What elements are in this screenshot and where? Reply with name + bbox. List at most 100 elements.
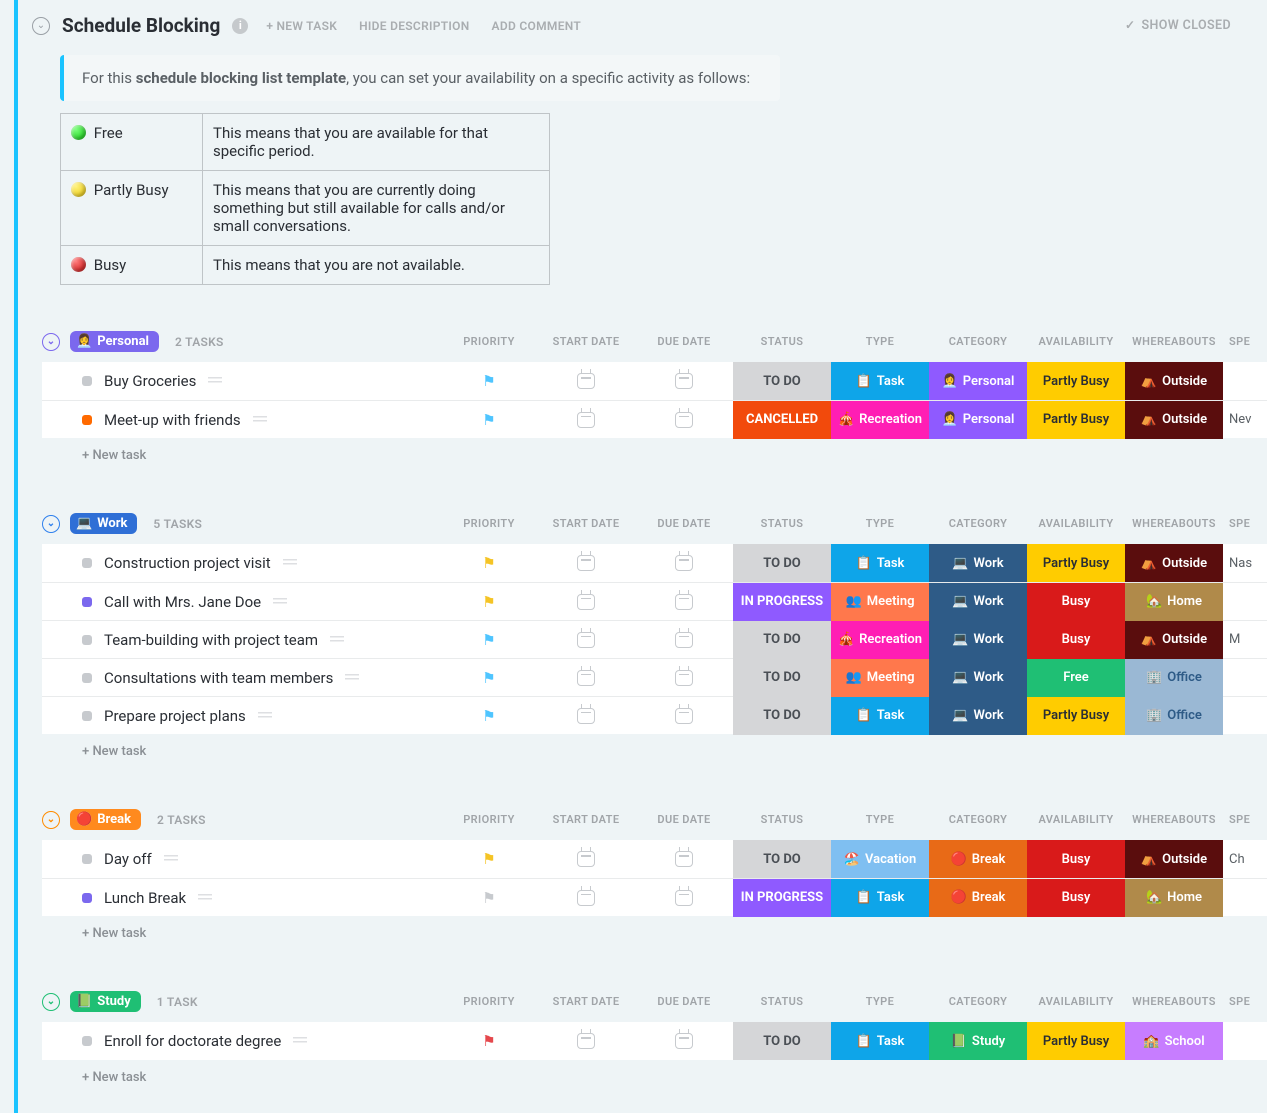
status-tag[interactable]: TO DO: [733, 544, 831, 582]
type-tag[interactable]: 👥Meeting: [831, 659, 929, 697]
task-status-square-icon[interactable]: [82, 415, 92, 425]
start-date-cell[interactable]: [537, 401, 635, 439]
category-tag[interactable]: 👩‍💼Personal: [929, 401, 1027, 439]
priority-cell[interactable]: ⚑: [441, 659, 537, 697]
priority-cell[interactable]: ⚑: [441, 840, 537, 878]
spe-cell[interactable]: Nas: [1223, 544, 1267, 582]
task-status-square-icon[interactable]: [82, 376, 92, 386]
status-tag[interactable]: TO DO: [733, 697, 831, 735]
task-status-square-icon[interactable]: [82, 558, 92, 568]
avail-tag[interactable]: Partly Busy: [1027, 1022, 1125, 1060]
avail-tag[interactable]: Partly Busy: [1027, 362, 1125, 400]
avail-tag[interactable]: Busy: [1027, 583, 1125, 621]
category-tag[interactable]: 💻Work: [929, 544, 1027, 582]
category-tag[interactable]: 📗Study: [929, 1022, 1027, 1060]
where-tag[interactable]: ⛺Outside: [1125, 621, 1223, 659]
task-name[interactable]: Day off: [104, 850, 152, 868]
task-row[interactable]: Buy Groceries ⚑ TO DO 📋Task 👩‍💼Personal …: [42, 362, 1267, 400]
category-tag[interactable]: 👩‍💼Personal: [929, 362, 1027, 400]
priority-cell[interactable]: ⚑: [441, 879, 537, 917]
start-date-cell[interactable]: [537, 697, 635, 735]
category-tag[interactable]: 🔴Break: [929, 840, 1027, 878]
type-tag[interactable]: 🎪Recreation: [831, 621, 929, 659]
priority-cell[interactable]: ⚑: [441, 621, 537, 659]
task-row[interactable]: Meet-up with friends ⚑ CANCELLED 🎪Recrea…: [42, 400, 1267, 438]
task-row[interactable]: Day off ⚑ TO DO 🏖️Vacation 🔴Break Busy ⛺…: [42, 840, 1267, 878]
status-tag[interactable]: TO DO: [733, 621, 831, 659]
type-tag[interactable]: 👥Meeting: [831, 583, 929, 621]
task-name[interactable]: Buy Groceries: [104, 372, 196, 390]
spe-cell[interactable]: [1223, 1022, 1267, 1060]
new-task-row[interactable]: + New task: [42, 438, 1267, 467]
start-date-cell[interactable]: [537, 879, 635, 917]
collapse-board-icon[interactable]: ⌄: [32, 17, 50, 35]
task-row[interactable]: Construction project visit ⚑ TO DO 📋Task…: [42, 544, 1267, 582]
group-collapse-icon[interactable]: ⌄: [42, 333, 60, 351]
group-collapse-icon[interactable]: ⌄: [42, 993, 60, 1011]
group-collapse-icon[interactable]: ⌄: [42, 811, 60, 829]
status-tag[interactable]: TO DO: [733, 840, 831, 878]
priority-cell[interactable]: ⚑: [441, 401, 537, 439]
start-date-cell[interactable]: [537, 544, 635, 582]
start-date-cell[interactable]: [537, 840, 635, 878]
group-badge[interactable]: 🔴 Break: [70, 809, 141, 830]
due-date-cell[interactable]: [635, 362, 733, 400]
start-date-cell[interactable]: [537, 659, 635, 697]
due-date-cell[interactable]: [635, 879, 733, 917]
new-task-row[interactable]: + New task: [42, 734, 1267, 763]
group-badge[interactable]: 👩‍💼 Personal: [70, 331, 159, 352]
spe-cell[interactable]: [1223, 659, 1267, 697]
avail-tag[interactable]: Partly Busy: [1027, 401, 1125, 439]
due-date-cell[interactable]: [635, 621, 733, 659]
start-date-cell[interactable]: [537, 583, 635, 621]
hide-description-button[interactable]: HIDE DESCRIPTION: [359, 19, 469, 33]
task-name[interactable]: Lunch Break: [104, 889, 186, 907]
task-status-square-icon[interactable]: [82, 673, 92, 683]
where-tag[interactable]: 🏫School: [1125, 1022, 1223, 1060]
spe-cell[interactable]: Ch: [1223, 840, 1267, 878]
task-row[interactable]: Call with Mrs. Jane Doe ⚑ IN PROGRESS 👥M…: [42, 582, 1267, 620]
category-tag[interactable]: 🔴Break: [929, 879, 1027, 917]
due-date-cell[interactable]: [635, 1022, 733, 1060]
task-status-square-icon[interactable]: [82, 854, 92, 864]
priority-cell[interactable]: ⚑: [441, 1022, 537, 1060]
avail-tag[interactable]: Partly Busy: [1027, 697, 1125, 735]
avail-tag[interactable]: Busy: [1027, 840, 1125, 878]
status-tag[interactable]: IN PROGRESS: [733, 879, 831, 917]
due-date-cell[interactable]: [635, 697, 733, 735]
task-status-square-icon[interactable]: [82, 597, 92, 607]
avail-tag[interactable]: Partly Busy: [1027, 544, 1125, 582]
status-tag[interactable]: TO DO: [733, 659, 831, 697]
avail-tag[interactable]: Busy: [1027, 621, 1125, 659]
info-icon[interactable]: i: [232, 18, 248, 34]
avail-tag[interactable]: Free: [1027, 659, 1125, 697]
due-date-cell[interactable]: [635, 840, 733, 878]
task-name[interactable]: Construction project visit: [104, 554, 271, 572]
where-tag[interactable]: ⛺Outside: [1125, 544, 1223, 582]
new-task-row[interactable]: + New task: [42, 1060, 1267, 1089]
task-status-square-icon[interactable]: [82, 635, 92, 645]
spe-cell[interactable]: [1223, 697, 1267, 735]
task-row[interactable]: Lunch Break ⚑ IN PROGRESS 📋Task 🔴Break B…: [42, 878, 1267, 916]
status-tag[interactable]: TO DO: [733, 1022, 831, 1060]
group-badge[interactable]: 💻 Work: [70, 513, 137, 534]
group-collapse-icon[interactable]: ⌄: [42, 515, 60, 533]
task-status-square-icon[interactable]: [82, 1036, 92, 1046]
spe-cell[interactable]: [1223, 362, 1267, 400]
type-tag[interactable]: 📋Task: [831, 362, 929, 400]
due-date-cell[interactable]: [635, 401, 733, 439]
type-tag[interactable]: 🎪Recreation: [831, 401, 929, 439]
start-date-cell[interactable]: [537, 621, 635, 659]
task-row[interactable]: Team-building with project team ⚑ TO DO …: [42, 620, 1267, 658]
new-task-row[interactable]: + New task: [42, 916, 1267, 945]
spe-cell[interactable]: [1223, 879, 1267, 917]
where-tag[interactable]: ⛺Outside: [1125, 840, 1223, 878]
task-name[interactable]: Team-building with project team: [104, 631, 318, 649]
category-tag[interactable]: 💻Work: [929, 621, 1027, 659]
task-row[interactable]: Consultations with team members ⚑ TO DO …: [42, 658, 1267, 696]
task-name[interactable]: Meet-up with friends: [104, 411, 241, 429]
task-status-square-icon[interactable]: [82, 711, 92, 721]
status-tag[interactable]: IN PROGRESS: [733, 583, 831, 621]
type-tag[interactable]: 📋Task: [831, 1022, 929, 1060]
status-tag[interactable]: CANCELLED: [733, 401, 831, 439]
